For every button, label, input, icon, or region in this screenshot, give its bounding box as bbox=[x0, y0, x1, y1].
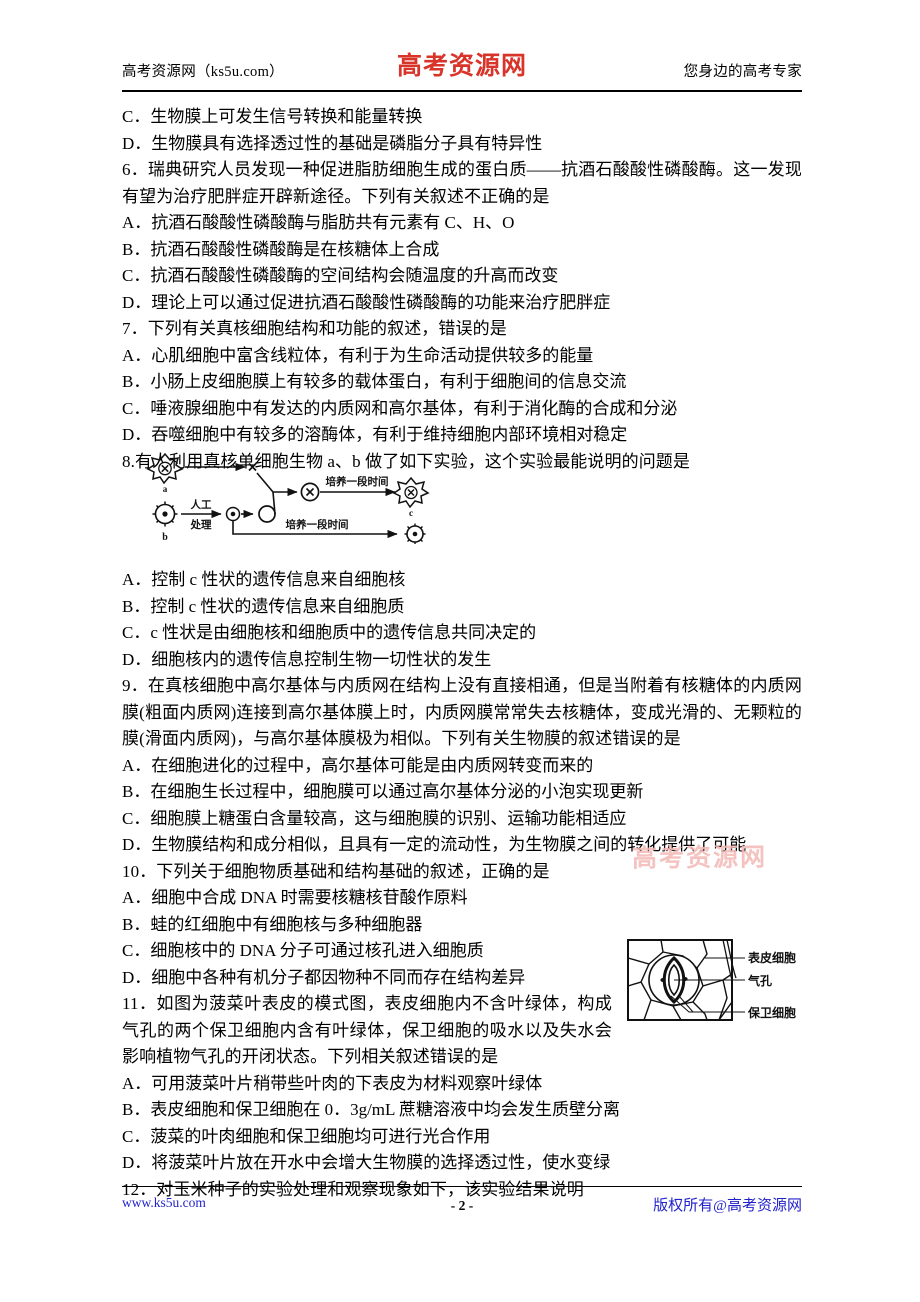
option-item: B．蛙的红细胞中有细胞核与多种细胞器 bbox=[122, 914, 423, 934]
option-item: B．在细胞生长过程中，细胞膜可以通过高尔基体分泌的小泡实现更新 bbox=[122, 782, 644, 801]
figure-label-stoma: 气孔 bbox=[747, 973, 772, 988]
figure-label-epidermal-cell: 表皮细胞 bbox=[747, 950, 796, 965]
document-page: 高考资源网（ks5u.com） 高考资源网 您身边的高考专家 C．生物膜上可发生… bbox=[0, 0, 920, 1302]
exam-content: C．生物膜上可发生信号转换和能量转换 D．生物膜具有选择透过性的基础是磷脂分子具… bbox=[122, 104, 802, 1203]
option-item: A．控制 c 性状的遗传信息来自细胞核 bbox=[122, 570, 406, 589]
option-item: C．菠菜的叶肉细胞和保卫细胞均可进行光合作用 bbox=[122, 1126, 491, 1146]
footer-url[interactable]: www.ks5u.com bbox=[122, 1195, 206, 1211]
guard-cell-nucleus-left bbox=[660, 978, 666, 982]
header-site-name: 高考资源网（ks5u.com） bbox=[122, 64, 284, 80]
figure-label-guard-cell: 保卫细胞 bbox=[747, 1005, 796, 1020]
question-stem-9: 9．在真核细胞中高尔基体与内质网在结构上没有直接相通，但是当附着有核糖体的内质网… bbox=[122, 676, 802, 748]
option-item: D．生物膜具有选择透过性的基础是磷脂分子具有特异性 bbox=[122, 133, 543, 153]
header-logo: 高考资源网 bbox=[396, 51, 528, 80]
option-item: C．c 性状是由细胞核和细胞质中的遗传信息共同决定的 bbox=[122, 623, 537, 642]
option-item: C．抗酒石酸酸性磷酸酶的空间结构会随温度的升高而改变 bbox=[122, 266, 559, 285]
figure-label-culture-top: 培养一段时间 bbox=[326, 475, 389, 488]
cell-b-nucleus-icon bbox=[225, 506, 241, 522]
page-number: - 2 - bbox=[450, 1198, 474, 1213]
question-stem-10: 10．下列关于细胞物质基础和结构基础的叙述，正确的是 bbox=[122, 861, 550, 881]
option-item: C．细胞膜上糖蛋白含量较高，这与细胞膜的识别、运输功能相适应 bbox=[122, 808, 627, 828]
footer-divider bbox=[122, 1186, 802, 1187]
header-tagline: 您身边的高考专家 bbox=[683, 64, 802, 80]
extracted-nucleus-x bbox=[248, 462, 257, 472]
figure-label-c: c bbox=[409, 508, 413, 518]
option-item: B．小肠上皮细胞膜上有较多的载体蛋白，有利于细胞间的信息交流 bbox=[122, 372, 627, 391]
figure-cell-transplant-experiment: a b 人工 处理 培养一段时间 c 培养一段时间 bbox=[145, 452, 435, 544]
organism-c-icon bbox=[392, 476, 430, 509]
option-item: D．理论上可以通过促进抗酒石酸酸性磷酸酶的功能来治疗肥胖症 bbox=[122, 292, 611, 312]
figure-label-treatment-line1: 人工 bbox=[191, 498, 212, 511]
header-divider bbox=[122, 90, 802, 92]
organism-b-icon bbox=[152, 501, 178, 527]
option-item: A．心肌细胞中富含线粒体，有利于为生命活动提供较多的能量 bbox=[122, 345, 594, 365]
option-item: B．表皮细胞和保卫细胞在 0．3g/mL 蔗糖溶液中均会发生质壁分离 bbox=[122, 1100, 621, 1119]
figure-label-culture-bottom: 培养一段时间 bbox=[286, 518, 349, 531]
figure-label-b: b bbox=[162, 532, 168, 543]
option-item: D．吞噬细胞中有较多的溶酶体，有利于维持细胞内部环境相对稳定 bbox=[122, 425, 628, 444]
option-item: C．生物膜上可发生信号转换和能量转换 bbox=[122, 107, 423, 126]
question-stem-11: 11．如图为菠菜叶表皮的模式图，表皮细胞内不含叶绿体，构成气孔的两个保卫细胞内含… bbox=[122, 994, 612, 1066]
organism-a-icon bbox=[146, 452, 184, 485]
figure-label-a: a bbox=[163, 484, 168, 494]
option-item: C．唾液腺细胞中有发达的内质网和高尔基体，有利于消化酶的合成和分泌 bbox=[122, 398, 678, 418]
option-item: B．抗酒石酸酸性磷酸酶是在核糖体上合成 bbox=[122, 239, 440, 259]
option-item: D．细胞核内的遗传信息控制生物一切性状的发生 bbox=[122, 649, 492, 669]
reconstructed-cell-icon bbox=[300, 482, 320, 502]
organism-b-result-icon bbox=[404, 523, 426, 544]
question-stem-7: 7．下列有关真核细胞结构和功能的叙述，错误的是 bbox=[122, 319, 507, 338]
option-item: A．在细胞进化的过程中，高尔基体可能是由内质网转变而来的 bbox=[122, 755, 594, 775]
figure-spinach-epidermis: 表皮细胞 气孔 保卫细胞 bbox=[627, 936, 802, 1028]
option-item: B．控制 c 性状的遗传信息来自细胞质 bbox=[122, 596, 405, 616]
question-stem-6: 6．瑞典研究人员发现一种促进脂肪细胞生成的蛋白质——抗酒石酸酸性磷酸酶。这一发现… bbox=[122, 160, 802, 206]
option-item: A．细胞中合成 DNA 时需要核糖核苷酸作原料 bbox=[122, 888, 468, 907]
page-header: 高考资源网（ks5u.com） 高考资源网 您身边的高考专家 bbox=[122, 51, 802, 92]
page-footer: www.ks5u.com - 2 - 版权所有@高考资源网 bbox=[122, 1192, 802, 1220]
option-item: A．抗酒石酸酸性磷酸酶与脂肪共有元素有 C、H、O bbox=[122, 213, 515, 232]
option-item: A．可用菠菜叶片稍带些叶肉的下表皮为材料观察叶绿体 bbox=[122, 1073, 543, 1093]
figure-label-treatment-line2: 处理 bbox=[190, 518, 212, 531]
enucleated-cytoplasm-icon bbox=[258, 505, 276, 523]
footer-copyright: 版权所有@高考资源网 bbox=[653, 1198, 802, 1214]
option-item: D．将菠菜叶片放在开水中会增大生物膜的选择透过性，使水变绿 bbox=[122, 1153, 611, 1172]
option-item: D．生物膜结构和成分相似，且具有一定的流动性，为生物膜之间的转化提供了可能 bbox=[122, 835, 747, 854]
